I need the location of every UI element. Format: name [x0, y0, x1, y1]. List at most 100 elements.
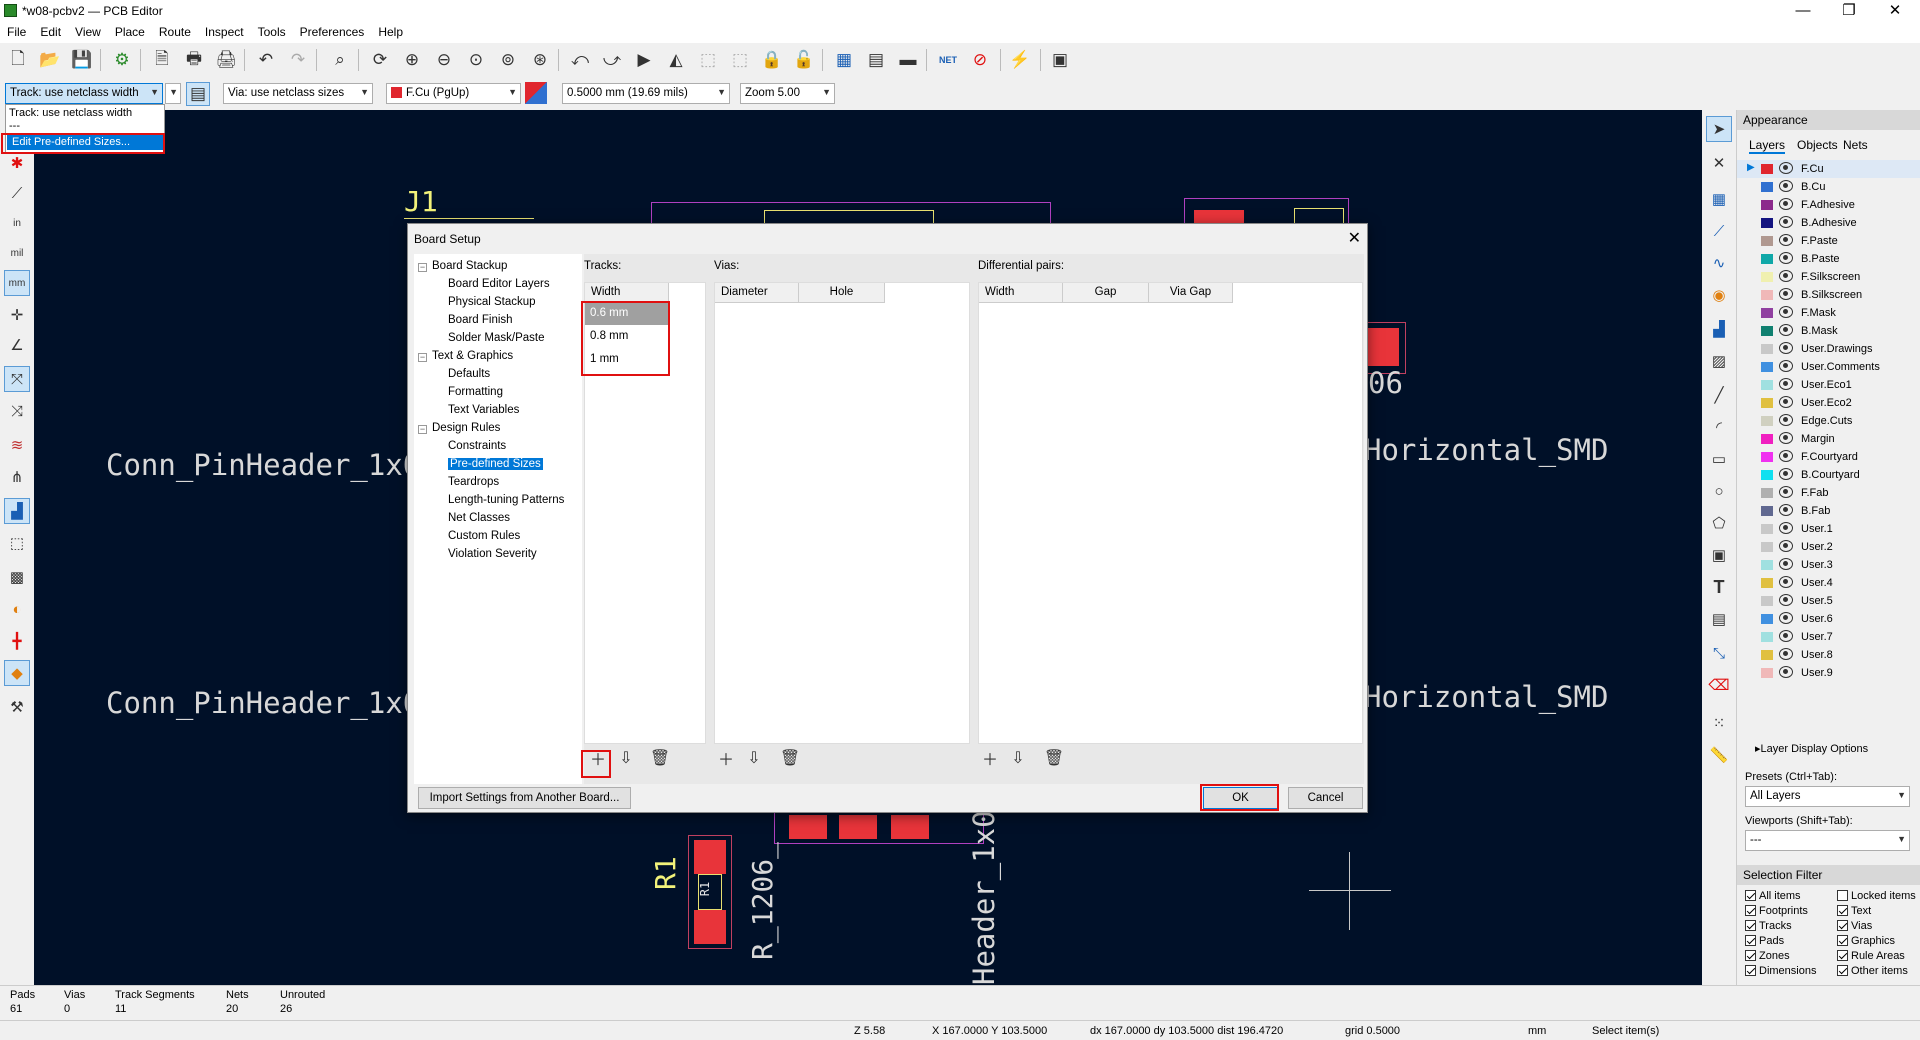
checkbox[interactable]: [1745, 920, 1756, 931]
selection-filter-option[interactable]: Locked items: [1837, 890, 1916, 902]
unlock-icon[interactable]: 🔓: [792, 48, 816, 72]
layer-color-swatch[interactable]: [1761, 542, 1773, 552]
delete-tool-icon[interactable]: ⌫: [1706, 672, 1732, 698]
layer-color-swatch[interactable]: [1761, 200, 1773, 210]
net-inspector-icon[interactable]: ╋: [4, 628, 30, 654]
mil-units-icon[interactable]: mil: [4, 240, 30, 266]
plot-icon[interactable]: 🖨: [214, 48, 238, 72]
layer-color-swatch[interactable]: [1761, 632, 1773, 642]
dropdown-item-netclass[interactable]: Track: use netclass width: [9, 107, 132, 119]
layer-color-swatch[interactable]: [1761, 668, 1773, 678]
eye-icon[interactable]: [1779, 414, 1793, 426]
layer-color-swatch[interactable]: [1761, 416, 1773, 426]
layer-color-swatch[interactable]: [1761, 524, 1773, 534]
layer-row[interactable]: User.6: [1737, 610, 1920, 628]
checkbox[interactable]: [1837, 890, 1848, 901]
tree-item[interactable]: Defaults: [448, 368, 490, 380]
track-display-icon[interactable]: ≋: [4, 432, 30, 458]
route-diff-pair-icon[interactable]: ∿: [1706, 250, 1732, 276]
selection-filter-option[interactable]: Dimensions: [1745, 965, 1816, 977]
local-ratsnest-icon[interactable]: ✕: [1706, 150, 1732, 176]
add-image-icon[interactable]: ▣: [1706, 542, 1732, 568]
layer-row[interactable]: F.Courtyard: [1737, 448, 1920, 466]
draw-polygon-icon[interactable]: ⬠: [1706, 510, 1732, 536]
eye-icon[interactable]: [1779, 198, 1793, 210]
layers-manager-icon[interactable]: ◆: [4, 660, 30, 686]
rotate-ccw-icon[interactable]: ⤺: [568, 48, 592, 72]
dropdown-item-edit-predefined-sizes[interactable]: Edit Pre-defined Sizes...: [7, 135, 163, 150]
eye-icon[interactable]: [1779, 522, 1793, 534]
selection-filter-option[interactable]: Tracks: [1745, 920, 1792, 932]
add-diff-pair-button[interactable]: ＋: [978, 746, 1002, 770]
layer-row[interactable]: User.Drawings: [1737, 340, 1920, 358]
checkbox[interactable]: [1837, 920, 1848, 931]
layer-row[interactable]: User.9: [1737, 664, 1920, 682]
layer-row[interactable]: User.8: [1737, 646, 1920, 664]
zoom-out-icon[interactable]: ⊖: [432, 48, 456, 72]
tree-item[interactable]: Violation Severity: [448, 548, 537, 560]
layer-pair-icon[interactable]: [525, 82, 547, 104]
tree-item[interactable]: Text & Graphics: [432, 350, 513, 362]
presets-select[interactable]: All Layers ▼: [1745, 786, 1910, 807]
tree-item[interactable]: Board Finish: [448, 314, 513, 326]
polar-coords-icon[interactable]: ∠: [4, 332, 30, 358]
layer-row[interactable]: B.Silkscreen: [1737, 286, 1920, 304]
eye-icon[interactable]: [1779, 468, 1793, 480]
measure-icon[interactable]: 📏: [1706, 742, 1732, 768]
group-icon[interactable]: ⬚: [696, 48, 720, 72]
open-icon[interactable]: 📂: [38, 48, 62, 72]
add-track-size-button[interactable]: ＋: [586, 746, 610, 770]
delete-via-size-button[interactable]: 🗑: [778, 746, 802, 770]
route-track-icon[interactable]: ⟋: [1706, 218, 1732, 244]
rule-area-icon[interactable]: ▨: [1706, 348, 1732, 374]
flip-icon[interactable]: ▶: [632, 48, 656, 72]
selection-filter-option[interactable]: Other items: [1837, 965, 1908, 977]
checkbox[interactable]: [1837, 965, 1848, 976]
refresh-icon[interactable]: ⟳: [368, 48, 392, 72]
track-width-cell[interactable]: 0.6 mm: [585, 303, 669, 325]
layer-row[interactable]: ▶ F.Cu: [1737, 160, 1920, 178]
track-width-cell[interactable]: 0.8 mm: [585, 326, 669, 348]
ratsnest-icon[interactable]: ⟋: [4, 180, 30, 206]
properties-icon[interactable]: ⚒: [4, 694, 30, 720]
eye-icon[interactable]: [1779, 504, 1793, 516]
tree-collapse-icon[interactable]: −: [418, 353, 427, 362]
eye-icon[interactable]: [1779, 576, 1793, 588]
layer-color-swatch[interactable]: [1761, 596, 1773, 606]
tree-item[interactable]: Board Editor Layers: [448, 278, 550, 290]
eye-icon[interactable]: [1779, 180, 1793, 192]
eye-icon[interactable]: [1779, 486, 1793, 498]
track-width-dropdown-button[interactable]: ▼: [165, 83, 181, 104]
layer-color-swatch[interactable]: [1761, 452, 1773, 462]
layer-color-swatch[interactable]: [1761, 164, 1773, 174]
lock-icon[interactable]: 🔒: [760, 48, 784, 72]
eye-icon[interactable]: [1779, 594, 1793, 606]
zoom-fit-icon[interactable]: ⊙: [464, 48, 488, 72]
tree-item[interactable]: Physical Stackup: [448, 296, 536, 308]
layer-row[interactable]: User.Eco2: [1737, 394, 1920, 412]
delete-track-size-button[interactable]: 🗑: [648, 746, 672, 770]
layer-color-swatch[interactable]: [1761, 398, 1773, 408]
layer-row[interactable]: B.Fab: [1737, 502, 1920, 520]
checkbox[interactable]: [1745, 965, 1756, 976]
menu-inspect[interactable]: Inspect: [198, 23, 251, 39]
layer-row[interactable]: User.7: [1737, 628, 1920, 646]
sort-via-sizes-button[interactable]: ⇩: [742, 746, 766, 770]
add-via-size-button[interactable]: ＋: [714, 746, 738, 770]
footprint-editor-icon[interactable]: ▦: [832, 48, 856, 72]
eye-icon[interactable]: [1779, 360, 1793, 372]
eye-icon[interactable]: [1779, 378, 1793, 390]
ungroup-icon[interactable]: ⬚: [728, 48, 752, 72]
layer-row[interactable]: User.Comments: [1737, 358, 1920, 376]
draw-arc-icon[interactable]: ◜: [1706, 414, 1732, 440]
footprint-browser-icon[interactable]: ▤: [864, 48, 888, 72]
add-via-icon[interactable]: ◉: [1706, 282, 1732, 308]
netlist-icon[interactable]: NET: [936, 48, 960, 72]
eye-icon[interactable]: [1779, 234, 1793, 246]
eye-icon[interactable]: [1779, 432, 1793, 444]
select-tool-icon[interactable]: ➤: [1706, 116, 1732, 142]
zoom-objects-icon[interactable]: ⊚: [496, 48, 520, 72]
tree-collapse-icon[interactable]: −: [418, 263, 427, 272]
menu-preferences[interactable]: Preferences: [293, 23, 372, 39]
add-textbox-icon[interactable]: ▤: [1706, 606, 1732, 632]
